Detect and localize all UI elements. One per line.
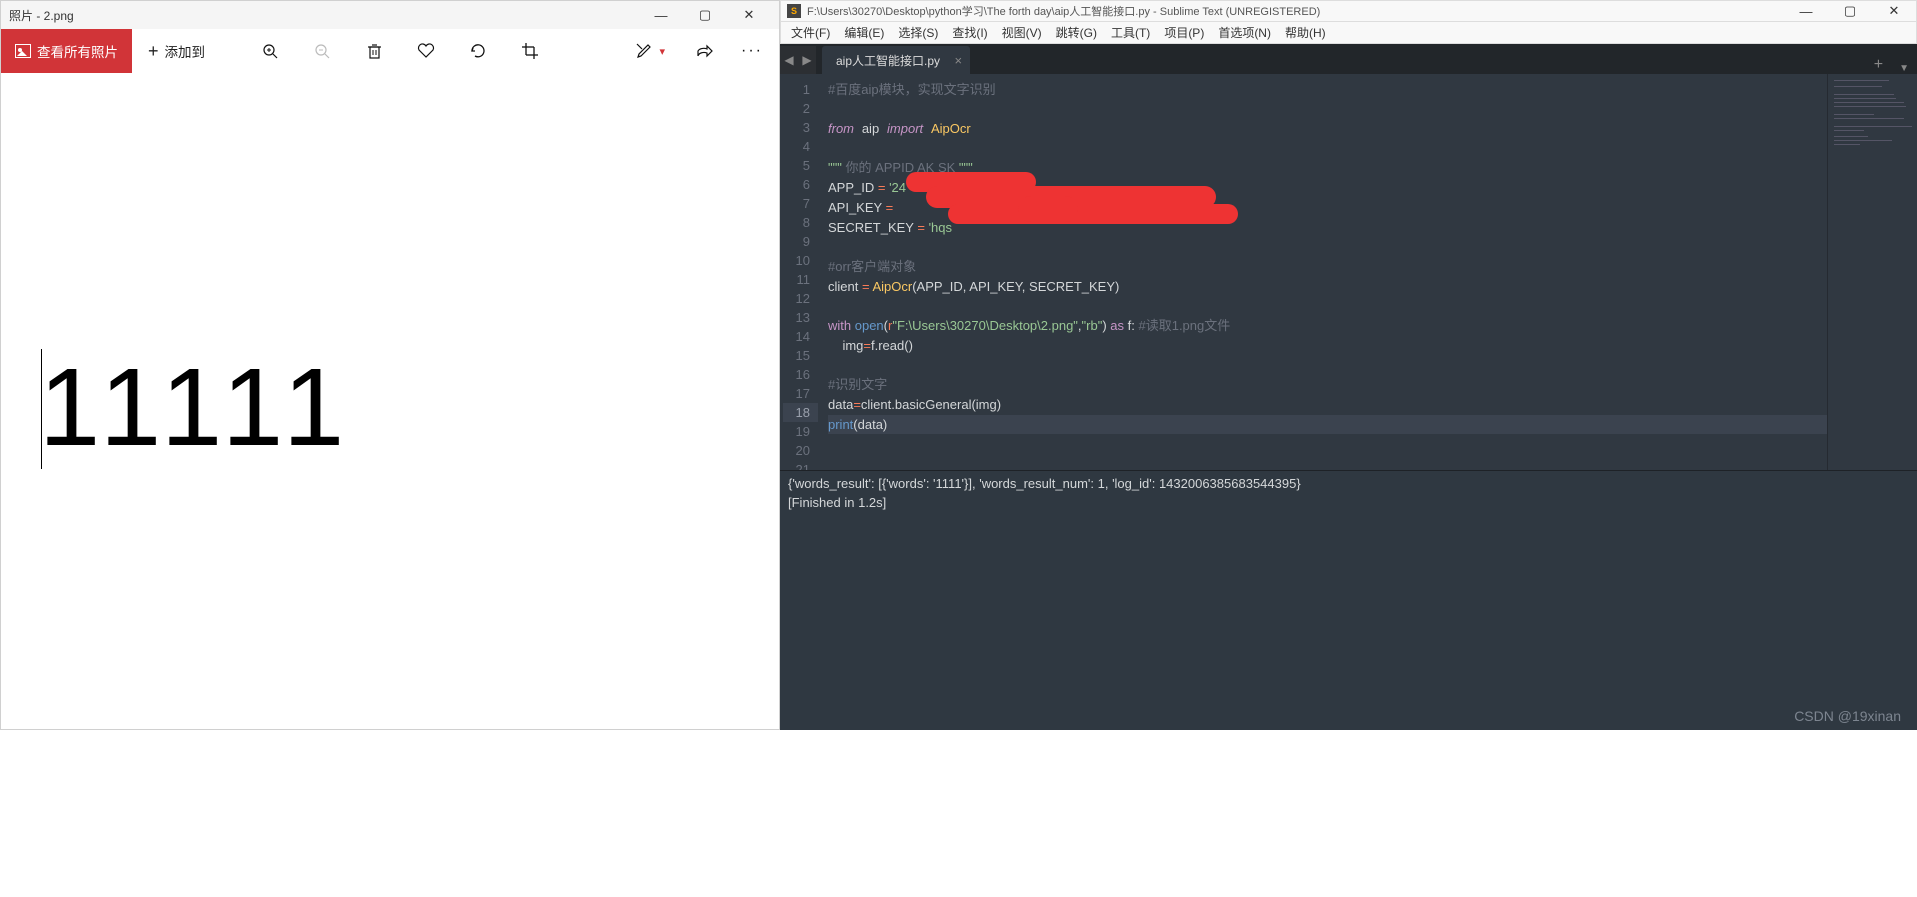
- sublime-text-window: S F:\Users\30270\Desktop\python学习\The fo…: [780, 0, 1917, 730]
- photos-canvas[interactable]: 11111: [1, 73, 779, 729]
- menu-project[interactable]: 项目(P): [1164, 24, 1204, 41]
- menu-find[interactable]: 查找(I): [952, 24, 987, 41]
- sublime-title: F:\Users\30270\Desktop\python学习\The fort…: [807, 3, 1320, 19]
- maximize-button[interactable]: ▢: [683, 1, 727, 29]
- tab-dropdown-icon[interactable]: ▼: [1891, 63, 1917, 74]
- redaction-mark: [1018, 196, 1078, 222]
- menu-tools[interactable]: 工具(T): [1111, 24, 1150, 41]
- chevron-down-icon[interactable]: ▾: [659, 45, 665, 58]
- menu-edit[interactable]: 编辑(E): [844, 24, 884, 41]
- close-button[interactable]: ✕: [727, 1, 771, 29]
- photos-title: 照片 - 2.png: [9, 7, 74, 24]
- add-to-label: 添加到: [165, 41, 206, 61]
- code-editor[interactable]: 123456789101112131415161718192021 #百度aip…: [780, 74, 1917, 470]
- menu-file[interactable]: 文件(F): [791, 24, 830, 41]
- sublime-titlebar[interactable]: S F:\Users\30270\Desktop\python学习\The fo…: [780, 0, 1917, 22]
- photos-titlebar[interactable]: 照片 - 2.png — ▢ ✕: [1, 1, 779, 29]
- menu-preferences[interactable]: 首选项(N): [1218, 24, 1271, 41]
- tab-file[interactable]: aip人工智能接口.py ×: [822, 46, 970, 74]
- minimap[interactable]: [1827, 74, 1917, 470]
- new-tab-button[interactable]: +: [1866, 56, 1891, 74]
- favorite-icon[interactable]: [417, 42, 435, 60]
- more-icon[interactable]: ···: [743, 42, 761, 60]
- image-icon: [15, 44, 31, 58]
- menu-goto[interactable]: 跳转(G): [1056, 24, 1097, 41]
- rotate-icon[interactable]: [469, 42, 487, 60]
- delete-icon[interactable]: [365, 42, 383, 60]
- crop-icon[interactable]: [521, 42, 539, 60]
- image-content-text: 11111: [39, 353, 352, 463]
- build-output-panel[interactable]: {'words_result': [{'words': '1111'}], 'w…: [780, 470, 1917, 730]
- tab-label: aip人工智能接口.py: [836, 52, 940, 69]
- menu-selection[interactable]: 选择(S): [898, 24, 938, 41]
- output-line: [Finished in 1.2s]: [788, 495, 886, 510]
- zoom-out-icon[interactable]: [313, 42, 331, 60]
- photos-toolbar: 查看所有照片 + 添加到 ▾ ···: [1, 29, 779, 73]
- watermark: CSDN @19xinan: [1794, 708, 1901, 724]
- menu-view[interactable]: 视图(V): [1002, 24, 1042, 41]
- code-area[interactable]: #百度aip模块，实现文字识别 from aip import AipOcr "…: [818, 74, 1827, 470]
- menu-help[interactable]: 帮助(H): [1285, 24, 1326, 41]
- tab-nav-next-icon[interactable]: ▶: [798, 46, 816, 74]
- output-line: {'words_result': [{'words': '1111'}], 'w…: [788, 476, 1301, 491]
- sublime-tabbar: ◀ ▶ aip人工智能接口.py × + ▼: [780, 44, 1917, 74]
- photos-app-window: 照片 - 2.png — ▢ ✕ 查看所有照片 + 添加到 ▾ ···: [0, 0, 780, 730]
- redaction-mark: [948, 204, 1238, 224]
- tab-nav-prev-icon[interactable]: ◀: [780, 46, 798, 74]
- minimize-button[interactable]: —: [639, 1, 683, 29]
- share-icon[interactable]: [695, 42, 713, 60]
- plus-icon: +: [148, 41, 159, 62]
- sublime-icon: S: [787, 4, 801, 18]
- close-tab-icon[interactable]: ×: [954, 53, 962, 68]
- line-gutter: 123456789101112131415161718192021: [780, 74, 818, 470]
- edit-icon[interactable]: [635, 42, 653, 60]
- add-to-button[interactable]: + 添加到: [132, 41, 221, 62]
- sublime-menubar: 文件(F) 编辑(E) 选择(S) 查找(I) 视图(V) 跳转(G) 工具(T…: [780, 22, 1917, 44]
- view-all-label: 查看所有照片: [37, 41, 118, 61]
- view-all-photos-button[interactable]: 查看所有照片: [1, 29, 132, 73]
- zoom-in-icon[interactable]: [261, 42, 279, 60]
